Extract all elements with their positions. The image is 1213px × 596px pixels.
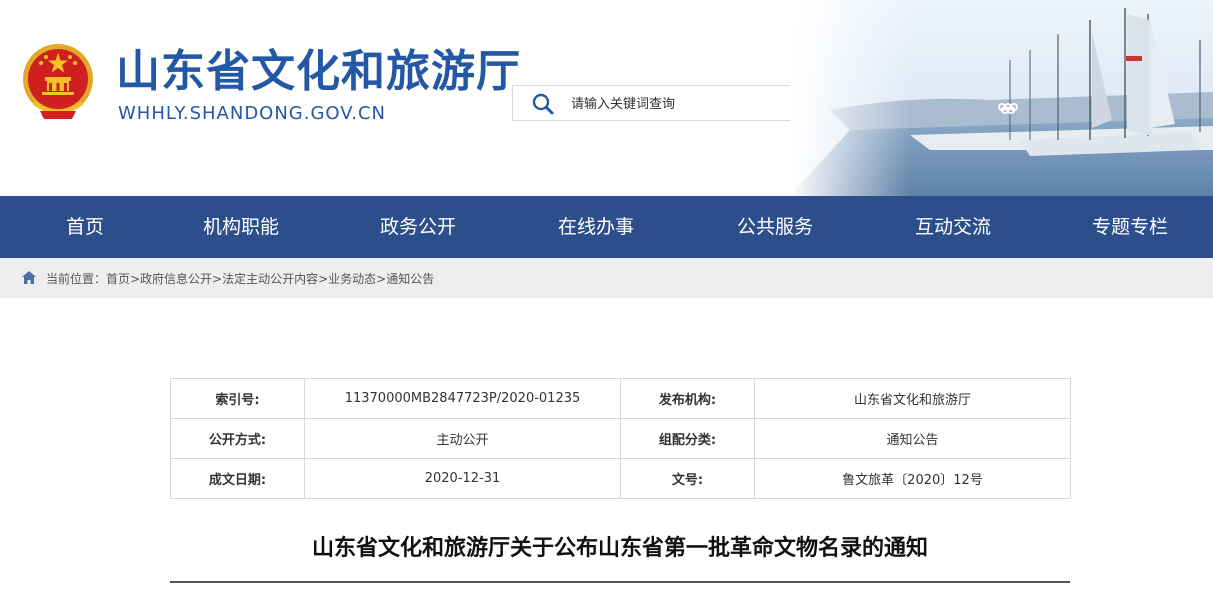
nav-item-special-topics[interactable]: 专题专栏: [1060, 196, 1200, 258]
nav-item-organization[interactable]: 机构职能: [171, 196, 311, 258]
title-divider: [170, 581, 1070, 583]
meta-label-category: 组配分类:: [620, 418, 755, 459]
home-icon: [22, 271, 36, 284]
meta-value-category: 通知公告: [754, 418, 1071, 459]
meta-label-disclosure: 公开方式:: [170, 418, 305, 459]
meta-label-publisher: 发布机构:: [620, 378, 755, 419]
table-row: 公开方式: 主动公开 组配分类: 通知公告: [170, 418, 1071, 459]
meta-value-index: 11370000MB2847723P/2020-01235: [304, 378, 621, 419]
table-row: 成文日期: 2020-12-31 文号: 鲁文旅革〔2020〕12号: [170, 458, 1071, 499]
main-nav: 首页 机构职能 政务公开 在线办事 公共服务 互动交流 专题专栏: [0, 196, 1213, 258]
site-title[interactable]: 山东省文化和旅游厅: [116, 44, 521, 100]
site-domain: WHHLY.SHANDONG.GOV.CN: [118, 103, 387, 124]
harbor-banner-image: [790, 0, 1213, 196]
meta-label-index: 索引号:: [170, 378, 305, 419]
search-icon: [532, 93, 554, 115]
document-meta-table: 索引号: 11370000MB2847723P/2020-01235 发布机构:…: [170, 378, 1071, 499]
nav-item-online-services[interactable]: 在线办事: [526, 196, 666, 258]
meta-value-disclosure: 主动公开: [304, 418, 621, 459]
search-box: [512, 85, 823, 121]
nav-item-home[interactable]: 首页: [15, 196, 155, 258]
meta-value-date: 2020-12-31: [304, 458, 621, 499]
nav-item-interaction[interactable]: 互动交流: [883, 196, 1023, 258]
nav-item-government-affairs[interactable]: 政务公开: [348, 196, 488, 258]
table-row: 索引号: 11370000MB2847723P/2020-01235 发布机构:…: [170, 378, 1071, 419]
meta-value-doc-number: 鲁文旅革〔2020〕12号: [754, 458, 1071, 499]
site-header: 山东省文化和旅游厅 WHHLY.SHANDONG.GOV.CN 搜 索: [0, 0, 1213, 196]
search-input[interactable]: [569, 92, 813, 116]
meta-label-doc-number: 文号:: [620, 458, 755, 499]
meta-label-date: 成文日期:: [170, 458, 305, 499]
breadcrumb: 当前位置：首页>政府信息公开>法定主动公开内容>业务动态>通知公告: [0, 258, 1213, 298]
meta-value-publisher: 山东省文化和旅游厅: [754, 378, 1071, 419]
national-emblem-icon[interactable]: [22, 41, 94, 121]
article-title: 山东省文化和旅游厅关于公布山东省第一批革命文物名录的通知: [311, 536, 928, 561]
nav-item-public-services[interactable]: 公共服务: [705, 196, 845, 258]
breadcrumb-text[interactable]: 当前位置：首页>政府信息公开>法定主动公开内容>业务动态>通知公告: [46, 270, 434, 287]
